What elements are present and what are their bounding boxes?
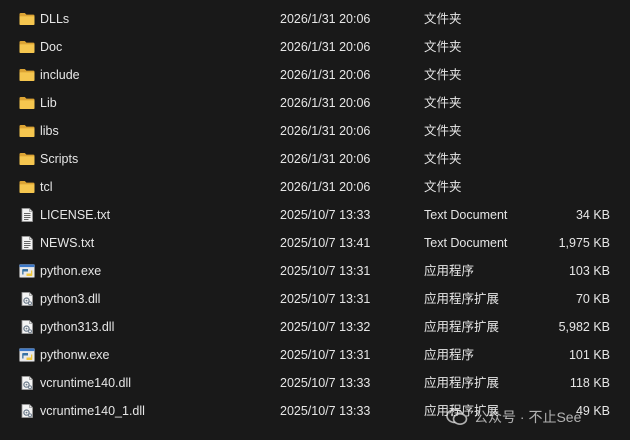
- file-date-modified: 2025/10/7 13:33: [280, 208, 371, 222]
- file-row[interactable]: libs 2026/1/31 20:06 文件夹: [0, 117, 630, 145]
- file-date-modified: 2025/10/7 13:33: [280, 376, 371, 390]
- file-row[interactable]: pythonw.exe 2025/10/7 13:31 应用程序 101 KB: [0, 341, 630, 369]
- file-type: 应用程序扩展: [424, 376, 500, 390]
- wechat-official-account-icon: [446, 408, 468, 426]
- folder-icon: [19, 152, 35, 166]
- folder-icon: [19, 180, 35, 194]
- file-date-modified: 2026/1/31 20:06: [280, 124, 371, 138]
- folder-icon: [19, 96, 35, 110]
- file-date-modified: 2026/1/31 20:06: [280, 96, 371, 110]
- python-exe-icon: [19, 264, 35, 278]
- file-date-modified: 2026/1/31 20:06: [280, 12, 371, 26]
- file-size: 101 KB: [568, 348, 610, 362]
- file-date-modified: 2025/10/7 13:31: [280, 292, 371, 306]
- file-row[interactable]: NEWS.txt 2025/10/7 13:41 Text Document 1,97…: [0, 229, 630, 257]
- file-type: 文件夹: [424, 152, 462, 166]
- file-row[interactable]: LICENSE.txt 2025/10/7 13:33 Text Document 3…: [0, 201, 630, 229]
- file-date-modified: 2025/10/7 13:33: [280, 404, 371, 418]
- file-row[interactable]: python3.dll 2025/10/7 13:31 应用程序扩展 70 KB: [0, 285, 630, 313]
- file-date-modified: 2026/1/31 20:06: [280, 68, 371, 82]
- file-name[interactable]: NEWS.txt: [40, 229, 94, 257]
- file-size: 103 KB: [568, 264, 610, 278]
- file-row[interactable]: Scripts 2026/1/31 20:06 文件夹: [0, 145, 630, 173]
- file-row[interactable]: tcl 2026/1/31 20:06 文件夹: [0, 173, 630, 201]
- file-date-modified: 2026/1/31 20:06: [280, 180, 371, 194]
- file-name[interactable]: LICENSE.txt: [40, 201, 110, 229]
- file-name[interactable]: python313.dll: [40, 313, 114, 341]
- dll-file-icon: [19, 404, 35, 418]
- file-name[interactable]: Scripts: [40, 145, 78, 173]
- file-date-modified: 2025/10/7 13:32: [280, 320, 371, 334]
- file-name[interactable]: python3.dll: [40, 285, 100, 313]
- file-row[interactable]: Lib 2026/1/31 20:06 文件夹: [0, 89, 630, 117]
- file-date-modified: 2025/10/7 13:31: [280, 264, 371, 278]
- folder-icon: [19, 40, 35, 54]
- file-type: 应用程序: [424, 264, 475, 278]
- text-document-icon: [19, 236, 35, 250]
- file-date-modified: 2026/1/31 20:06: [280, 40, 371, 54]
- file-size: 1,975 KB: [558, 236, 610, 250]
- file-name[interactable]: Doc: [40, 33, 62, 61]
- dll-file-icon: [19, 320, 35, 334]
- file-date-modified: 2026/1/31 20:06: [280, 152, 371, 166]
- file-size: 118 KB: [569, 376, 610, 390]
- text-document-icon: [19, 208, 35, 222]
- file-type: Text Document: [424, 208, 508, 222]
- python-exe-icon: [19, 348, 35, 362]
- file-name[interactable]: tcl: [40, 173, 53, 201]
- file-name[interactable]: python.exe: [40, 257, 101, 285]
- file-name[interactable]: pythonw.exe: [40, 341, 110, 369]
- dll-file-icon: [19, 292, 35, 306]
- file-name[interactable]: vcruntime140.dll: [40, 369, 131, 397]
- folder-icon: [19, 68, 35, 82]
- file-type: 文件夹: [424, 96, 462, 110]
- file-date-modified: 2025/10/7 13:41: [280, 236, 371, 250]
- file-type: 文件夹: [424, 124, 462, 138]
- file-name[interactable]: libs: [40, 117, 59, 145]
- file-date-modified: 2025/10/7 13:31: [280, 348, 371, 362]
- file-row[interactable]: python.exe 2025/10/7 13:31 应用程序 103 KB: [0, 257, 630, 285]
- file-size: 5,982 KB: [558, 320, 610, 334]
- file-type: 应用程序扩展: [424, 320, 500, 334]
- file-type: 应用程序扩展: [424, 292, 500, 306]
- file-type: 文件夹: [424, 40, 462, 54]
- file-type: 文件夹: [424, 68, 462, 82]
- file-list: DLLs 2026/1/31 20:06 文件夹 Doc 2026/1/31 20:06…: [0, 5, 630, 425]
- file-row[interactable]: include 2026/1/31 20:06 文件夹: [0, 61, 630, 89]
- file-size: 34 KB: [575, 208, 610, 222]
- file-name[interactable]: vcruntime140_1.dll: [40, 397, 145, 425]
- file-type: 文件夹: [424, 12, 462, 26]
- file-row[interactable]: vcruntime140.dll 2025/10/7 13:33 应用程序扩展 118…: [0, 369, 630, 397]
- file-type: 应用程序: [424, 348, 475, 362]
- file-row[interactable]: python313.dll 2025/10/7 13:32 应用程序扩展 5,982 …: [0, 313, 630, 341]
- file-row[interactable]: Doc 2026/1/31 20:06 文件夹: [0, 33, 630, 61]
- file-row[interactable]: DLLs 2026/1/31 20:06 文件夹: [0, 5, 630, 33]
- file-type: 文件夹: [424, 180, 462, 194]
- file-type: Text Document: [424, 236, 508, 250]
- file-name[interactable]: Lib: [40, 89, 57, 117]
- folder-icon: [19, 124, 35, 138]
- folder-icon: [19, 12, 35, 26]
- file-size: 70 KB: [575, 292, 610, 306]
- dll-file-icon: [19, 376, 35, 390]
- file-name[interactable]: DLLs: [40, 5, 69, 33]
- file-name[interactable]: include: [40, 61, 80, 89]
- watermark-text: 公众号 · 不止See: [474, 409, 582, 425]
